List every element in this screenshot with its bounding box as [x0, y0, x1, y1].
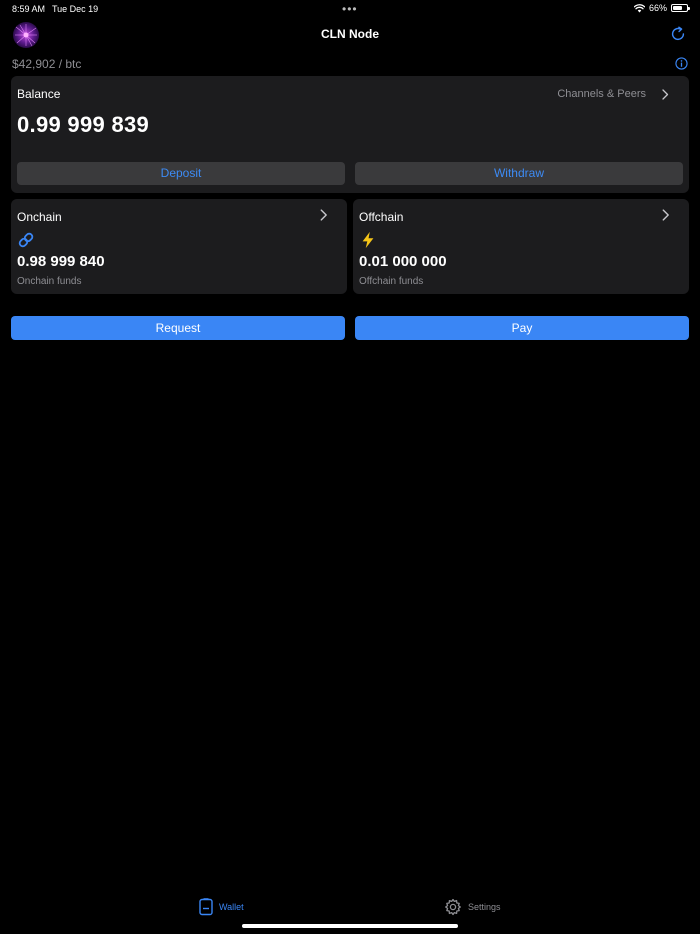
chevron-right-icon: [662, 88, 669, 100]
wifi-icon: [633, 3, 645, 12]
status-right: 66%: [633, 3, 690, 13]
battery-fill: [673, 6, 682, 10]
offchain-card[interactable]: Offchain 0.01 000 000 Offchain funds: [353, 199, 689, 294]
tab-settings[interactable]: Settings: [444, 898, 501, 916]
tab-bar: Wallet Settings: [0, 896, 700, 920]
multitasking-dots[interactable]: •••: [342, 2, 358, 16]
withdraw-button[interactable]: Withdraw: [355, 162, 683, 185]
balance-amount: 0.99 999 839: [17, 112, 150, 137]
status-time: 8:59 AM: [12, 4, 46, 14]
status-date: Tue Dec 19: [52, 4, 99, 14]
onchain-caption: Onchain funds: [17, 276, 82, 287]
chevron-right-icon: [320, 209, 327, 221]
request-button[interactable]: Request: [11, 316, 345, 340]
info-icon[interactable]: [675, 57, 688, 70]
battery-percent: 66%: [648, 3, 667, 13]
onchain-value: 0.98 999 840: [17, 253, 105, 270]
offchain-caption: Offchain funds: [359, 276, 424, 287]
btc-price: $42,902 / btc: [12, 57, 82, 71]
gear-icon: [445, 898, 461, 916]
tab-wallet[interactable]: Wallet: [199, 898, 244, 916]
pay-button[interactable]: Pay: [355, 316, 689, 340]
lightning-icon: [362, 231, 374, 249]
offchain-title: Offchain: [359, 210, 404, 224]
page-title: CLN Node: [321, 27, 379, 41]
channels-peers-label: Channels & Peers: [557, 88, 646, 100]
balance-label: Balance: [17, 87, 61, 101]
tab-wallet-label: Wallet: [219, 902, 244, 912]
onchain-title: Onchain: [17, 210, 62, 224]
chevron-right-icon: [662, 209, 669, 221]
refresh-icon[interactable]: [669, 25, 687, 43]
tab-settings-label: Settings: [468, 902, 501, 912]
link-icon: [18, 232, 34, 248]
home-indicator[interactable]: [242, 924, 458, 928]
status-bar: 8:59 AM Tue Dec 19 ••• 66%: [0, 0, 700, 18]
offchain-value: 0.01 000 000: [359, 253, 447, 270]
battery-icon: [671, 4, 690, 12]
nav-bar: CLN Node: [0, 20, 700, 50]
channels-peers-link[interactable]: Channels & Peers: [557, 88, 669, 100]
balance-card: Balance Channels & Peers 0.99 999 839 De…: [11, 76, 689, 193]
wallet-icon: [199, 898, 213, 916]
deposit-button[interactable]: Deposit: [17, 162, 345, 185]
onchain-card[interactable]: Onchain 0.98 999 840 Onchain funds: [11, 199, 347, 294]
